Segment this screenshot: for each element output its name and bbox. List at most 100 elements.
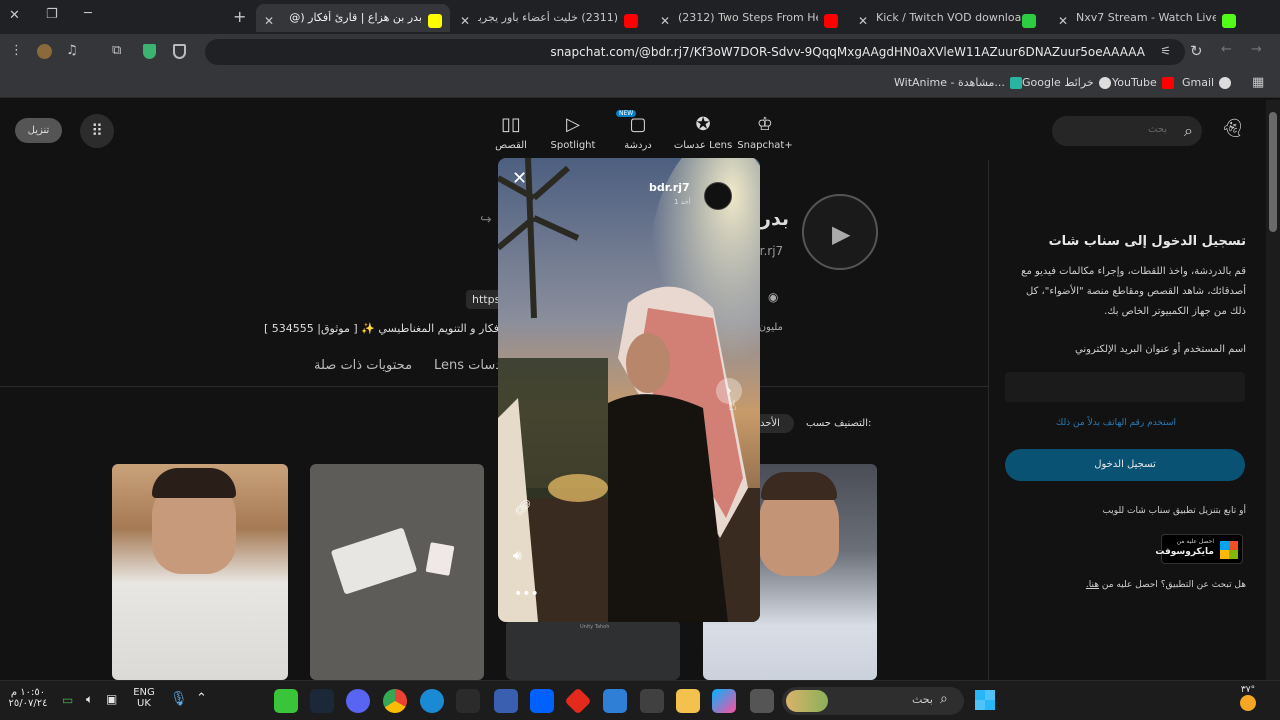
windows-start-icon[interactable] xyxy=(975,690,995,710)
nav-lens[interactable]: ✪ عدسات Lens xyxy=(668,114,738,151)
nav-chat[interactable]: ▢ دردشة NEW xyxy=(603,110,673,151)
media-control-icon[interactable]: ♫ xyxy=(66,43,78,58)
tab-close-icon[interactable]: ✕ xyxy=(858,14,868,28)
anydesk-icon[interactable] xyxy=(564,687,592,715)
all-bookmarks-icon[interactable]: ▦ xyxy=(1252,75,1264,90)
username-input[interactable] xyxy=(1005,372,1245,402)
kick-favicon xyxy=(1222,14,1236,28)
sound-icon[interactable]: 🔊︎ xyxy=(513,548,522,564)
network-icon[interactable]: ▣ xyxy=(106,692,117,706)
file-explorer-icon[interactable] xyxy=(676,689,700,713)
tab-youtube-2[interactable]: ✕ (2312) Two Steps From Hell - St xyxy=(652,4,846,32)
dropbox-icon[interactable] xyxy=(530,689,554,713)
tab-close-icon[interactable]: ✕ xyxy=(460,14,470,28)
weather-widget[interactable]: ٣٧° xyxy=(1228,685,1268,714)
close-viewer-icon[interactable]: ✕ xyxy=(512,168,527,189)
person-hair xyxy=(761,472,837,500)
story-avatar[interactable] xyxy=(704,182,732,210)
login-title: تسجيل الدخول إلى سناب شات xyxy=(1048,234,1246,249)
privacy-shield-icon[interactable] xyxy=(173,44,186,59)
login-description: أصدقائك، شاهد القصص ومقاطع منصة "الأضواء… xyxy=(1026,286,1246,297)
reload-icon[interactable]: ↻ xyxy=(1190,42,1203,60)
search-box[interactable]: بحث ⌕ xyxy=(1052,116,1202,146)
forward-icon[interactable]: → xyxy=(1251,42,1262,57)
taskbar-search[interactable]: بحث ⌕ xyxy=(782,687,964,715)
story-thumbnail[interactable] xyxy=(112,464,288,680)
discord-icon[interactable] xyxy=(346,689,370,713)
chrome-icon[interactable] xyxy=(383,689,407,713)
download-app-button[interactable]: تنزيل xyxy=(15,118,62,143)
site-settings-icon[interactable]: ⚟ xyxy=(1160,44,1171,58)
mail-icon[interactable] xyxy=(603,689,627,713)
location-icon: ◉ xyxy=(768,290,779,304)
epic-games-icon[interactable] xyxy=(456,689,480,713)
story-thumbnail[interactable]: Unity Tahoh xyxy=(506,620,680,680)
story-username: bdr.rj7 xyxy=(649,181,690,194)
tab-close-icon[interactable]: ✕ xyxy=(264,14,274,28)
tab-kick-stream[interactable]: ✕ Nxv7 Stream - Watch Live on Ki xyxy=(1052,4,1242,32)
phone-link-icon[interactable] xyxy=(494,689,518,713)
extensions-puzzle-icon[interactable]: ⧉ xyxy=(112,43,121,58)
login-submit-button[interactable]: تسجيل الدخول xyxy=(1005,449,1245,481)
menu-dots-icon[interactable]: ⋮ xyxy=(10,43,23,58)
nav-stories[interactable]: ▯▯ القصص xyxy=(476,114,546,151)
snapchat-favicon xyxy=(428,14,442,28)
story-thumbnail[interactable] xyxy=(310,464,484,680)
microsoft-store-button[interactable]: احصل عليه من مايكروسوفت xyxy=(1155,534,1243,564)
bookmark-gmail[interactable]: Gmail xyxy=(1182,76,1232,89)
more-options-icon[interactable]: ••• xyxy=(514,586,539,602)
nav-snapchat-plus[interactable]: ♔ Snapchat+ xyxy=(730,114,800,151)
page-scrollbar[interactable] xyxy=(1266,100,1280,680)
microphone-icon[interactable]: 🎙︎ xyxy=(170,691,188,707)
nav-spotlight[interactable]: ▷ Spotlight xyxy=(538,114,608,151)
login-description: قم بالدردشة، واخذ اللقطات، وإجراء مكالما… xyxy=(1021,266,1246,277)
clock[interactable]: ١٠:٥٠ م ٢٥/٠٧/٢٤ xyxy=(8,687,48,709)
bookmark-maps[interactable]: Google خرائط xyxy=(1022,76,1111,89)
taskbar-app-icon[interactable] xyxy=(274,689,298,713)
copy-link-icon[interactable]: 🔗︎ xyxy=(514,500,532,516)
profile-name: بدر xyxy=(760,208,790,230)
window-minimize-icon[interactable]: ─ xyxy=(84,6,92,21)
back-icon[interactable]: ← xyxy=(1221,42,1232,57)
language-indicator[interactable]: ENG UK xyxy=(130,687,158,709)
use-phone-link[interactable]: استخدم رقم الهاتف بدلاً من ذلك xyxy=(1056,418,1176,428)
tab-snapchat-profile[interactable]: ✕ بدر بن هزاع | قارئ أفكار (@rj7 xyxy=(256,4,450,32)
tray-overflow-icon[interactable]: ⌃ xyxy=(196,691,207,706)
get-app-link[interactable]: هنا. xyxy=(1086,580,1099,590)
search-icon: ⌕ xyxy=(1184,121,1193,140)
extension-icon[interactable] xyxy=(37,44,52,59)
profile-avatar[interactable]: ▶ xyxy=(802,194,878,270)
copilot-icon[interactable] xyxy=(712,689,736,713)
edge-icon[interactable] xyxy=(420,689,444,713)
stories-icon: ▯▯ xyxy=(501,114,521,135)
task-view-icon[interactable] xyxy=(750,689,774,713)
window-restore-icon[interactable]: ❐ xyxy=(46,7,58,22)
scrollbar-thumb[interactable] xyxy=(1269,112,1277,232)
story-viewer[interactable]: ✕ bdr.rj7 1 أحد › ☝︎ 🔗︎ 🔊︎ ••• xyxy=(498,158,760,622)
window-close-icon[interactable]: ✕ xyxy=(9,8,20,23)
gmail-icon xyxy=(1219,76,1232,89)
microsoft-logo-icon xyxy=(1220,541,1238,559)
tab-youtube-1[interactable]: ✕ (2311) خليت أعضاء باور يجربون الـ xyxy=(456,4,646,32)
snapchat-ghost-icon[interactable]: 👻︎ xyxy=(1221,118,1244,139)
tab-related-content[interactable]: محتويات ذات صلة xyxy=(314,358,412,373)
steam-icon[interactable] xyxy=(310,689,334,713)
store-icon[interactable] xyxy=(640,689,664,713)
tab-kick-downloader[interactable]: ✕ Kick / Twitch VOD downloader xyxy=(852,4,1046,32)
omnibox[interactable]: snapchat.com/@bdr.rj7/Kf3oW7DOR-Sdvv-9Qq… xyxy=(205,39,1185,65)
tab-close-icon[interactable]: ✕ xyxy=(1058,14,1068,28)
new-tab-icon[interactable]: + xyxy=(233,7,246,26)
share-icon[interactable]: ↪ xyxy=(480,212,492,228)
youtube-favicon xyxy=(824,14,838,28)
shield-extension-icon[interactable] xyxy=(143,44,156,59)
url-text[interactable]: snapchat.com/@bdr.rj7/Kf3oW7DOR-Sdvv-9Qq… xyxy=(550,45,1145,59)
apps-grid-icon[interactable]: ⠿ xyxy=(80,114,114,148)
get-app-help: هل تبحث عن التطبيق؟ احصل عليه من هنا. xyxy=(1085,580,1246,590)
battery-icon[interactable]: ▭ xyxy=(62,693,73,707)
bookmark-witanime[interactable]: WitAnime - مشاهدة... xyxy=(894,76,1022,89)
volume-icon[interactable]: 🔈︎ xyxy=(86,692,93,707)
ms-big-text: مايكروسوفت xyxy=(1155,547,1214,557)
section-divider xyxy=(0,386,988,387)
tab-close-icon[interactable]: ✕ xyxy=(660,14,670,28)
bookmark-youtube[interactable]: YouTube xyxy=(1112,76,1174,89)
